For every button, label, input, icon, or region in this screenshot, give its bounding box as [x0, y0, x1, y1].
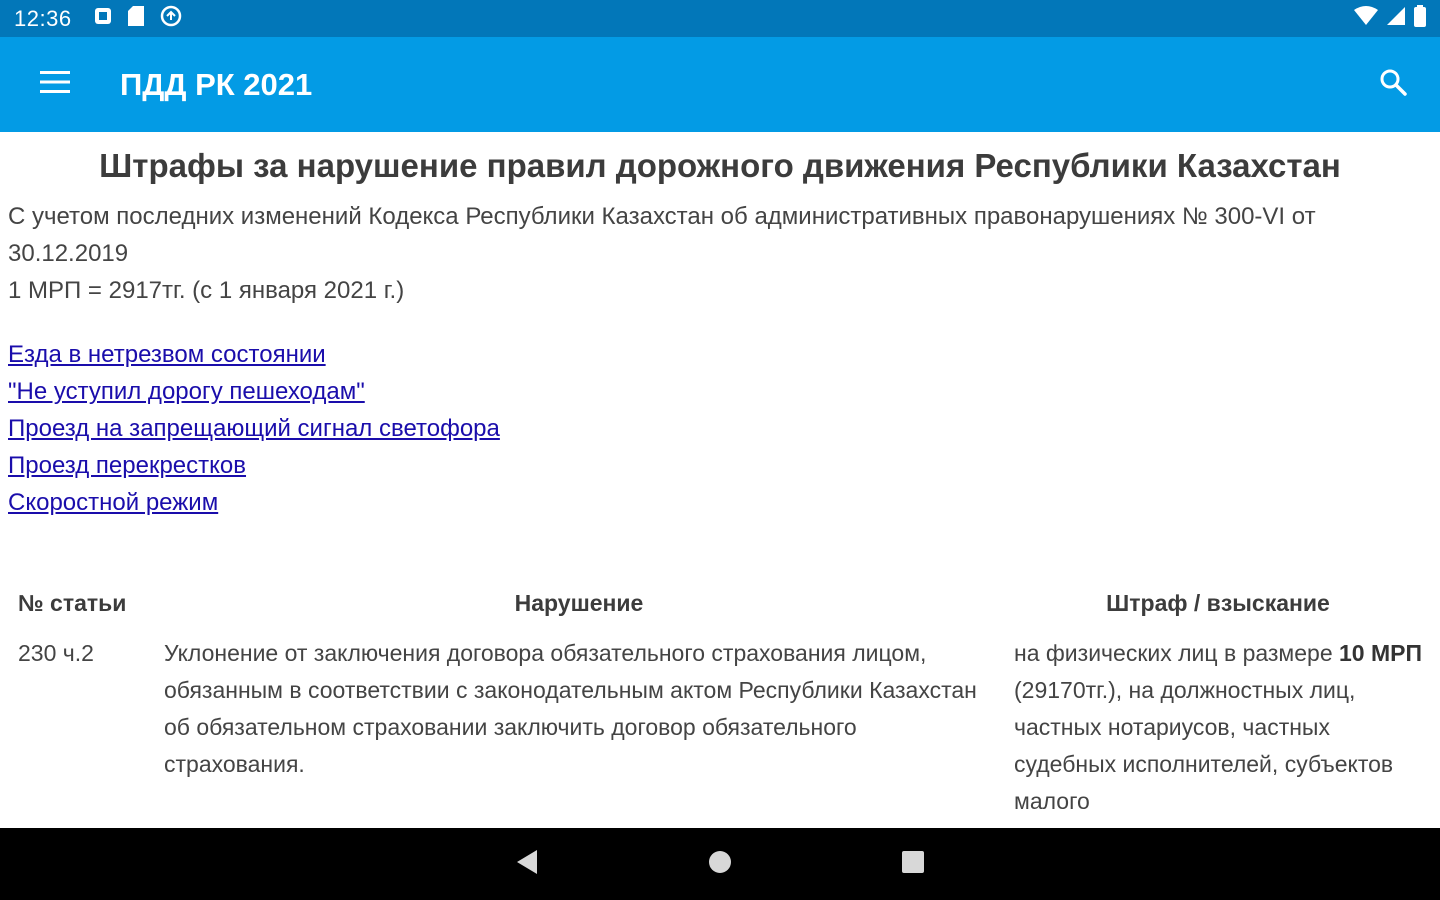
cell-signal-icon: [1386, 6, 1406, 31]
table-row: 230 ч.2 Уклонение от заключения договора…: [8, 635, 1432, 820]
penalty-text-suffix: (29170тг.), на должностных лиц, частных …: [1014, 677, 1394, 814]
menu-button[interactable]: [0, 37, 110, 132]
recents-button[interactable]: [817, 828, 1010, 900]
sync-icon: [160, 5, 182, 32]
penalty-text-prefix: на физических лиц в размере: [1014, 640, 1340, 666]
status-left-icons: [94, 5, 182, 32]
header-article: № статьи: [18, 590, 127, 616]
back-icon: [515, 849, 539, 880]
header-penalty: Штраф / взыскание: [1106, 590, 1330, 616]
wifi-icon: [1354, 6, 1378, 31]
cell-article: 230 ч.2: [18, 640, 94, 666]
page-title: Штрафы за нарушение правил дорожного дви…: [99, 147, 1341, 184]
search-icon: [1379, 68, 1407, 101]
header-violation: Нарушение: [514, 590, 644, 616]
penalty-amount: 10 МРП: [1339, 640, 1423, 666]
status-right-icons: [1354, 5, 1426, 32]
hamburger-menu-icon: [40, 71, 70, 98]
content-area[interactable]: Штрафы за нарушение правил дорожного дви…: [0, 132, 1440, 828]
intro-code-reference: С учетом последних изменений Кодекса Рес…: [8, 203, 1316, 267]
link-pedestrians[interactable]: "Не уступил дорогу пешеходам": [8, 373, 365, 410]
fines-table: № статьи Нарушение Штраф / взыскание 230…: [8, 590, 1432, 820]
status-time: 12:36: [14, 5, 72, 31]
sd-card-icon: [127, 6, 144, 31]
status-bar: 12:36: [0, 0, 1440, 37]
cell-violation: Уклонение от заключения договора обязате…: [164, 640, 977, 777]
link-intersections[interactable]: Проезд перекрестков: [8, 447, 246, 484]
home-button[interactable]: [624, 828, 817, 900]
cell-penalty: на физических лиц в размере 10 МРП (2917…: [1004, 635, 1432, 820]
link-speed-limit[interactable]: Скоростной режим: [8, 484, 218, 521]
app-title: ПДД РК 2021: [120, 66, 313, 102]
battery-icon: [1414, 5, 1426, 32]
notification-icon: [94, 7, 112, 30]
intro-text: С учетом последних изменений Кодекса Рес…: [8, 198, 1432, 309]
home-icon: [708, 850, 732, 879]
system-nav-bar: [0, 828, 1440, 900]
link-drunk-driving[interactable]: Езда в нетрезвом состоянии: [8, 336, 326, 373]
search-button[interactable]: [1345, 37, 1440, 132]
table-header-row: № статьи Нарушение Штраф / взыскание: [8, 590, 1432, 635]
section-links: Езда в нетрезвом состоянии "Не уступил д…: [8, 336, 1432, 521]
app-bar: ПДД РК 2021: [0, 37, 1440, 132]
intro-mrp-value: 1 МРП = 2917тг. (с 1 января 2021 г.): [8, 277, 405, 304]
link-red-light[interactable]: Проезд на запрещающий сигнал светофора: [8, 410, 500, 447]
recents-icon: [902, 850, 924, 878]
back-button[interactable]: [431, 828, 624, 900]
